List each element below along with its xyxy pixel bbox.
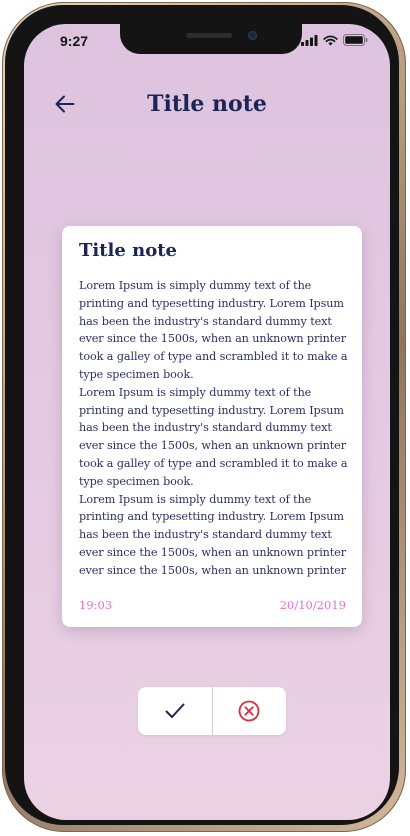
- header: Title note: [24, 86, 390, 122]
- note-date: 20/10/2019: [279, 598, 346, 612]
- front-camera: [248, 31, 257, 40]
- speaker: [186, 33, 232, 38]
- note-title: Title note: [79, 240, 177, 261]
- screen: 9:27 Title note Title note Lorem Ipsum i…: [24, 24, 390, 820]
- note-paragraph: Lorem Ipsum is simply dummy text of the …: [79, 385, 348, 488]
- note-time: 19:03: [79, 598, 113, 612]
- note-body: Lorem Ipsum is simply dummy text of the …: [79, 277, 349, 578]
- battery-icon: [343, 34, 368, 46]
- note-card: Title note Lorem Ipsum is simply dummy t…: [62, 226, 362, 627]
- signal-icon: [301, 34, 318, 46]
- action-bar: [138, 687, 286, 735]
- status-icons: [301, 34, 368, 46]
- close-circle-icon: [238, 700, 260, 722]
- wifi-icon: [323, 35, 338, 45]
- notch: [120, 24, 302, 54]
- note-paragraph: Lorem Ipsum is simply dummy text of the …: [79, 279, 348, 381]
- confirm-button[interactable]: [138, 687, 212, 735]
- checkmark-icon: [165, 703, 185, 718]
- page-title: Title note: [147, 91, 267, 117]
- cancel-button[interactable]: [213, 687, 287, 735]
- phone-body: 9:27 Title note Title note Lorem Ipsum i…: [5, 5, 399, 825]
- note-paragraph: Lorem Ipsum is simply dummy text of the …: [79, 492, 346, 577]
- status-time: 9:27: [60, 33, 89, 49]
